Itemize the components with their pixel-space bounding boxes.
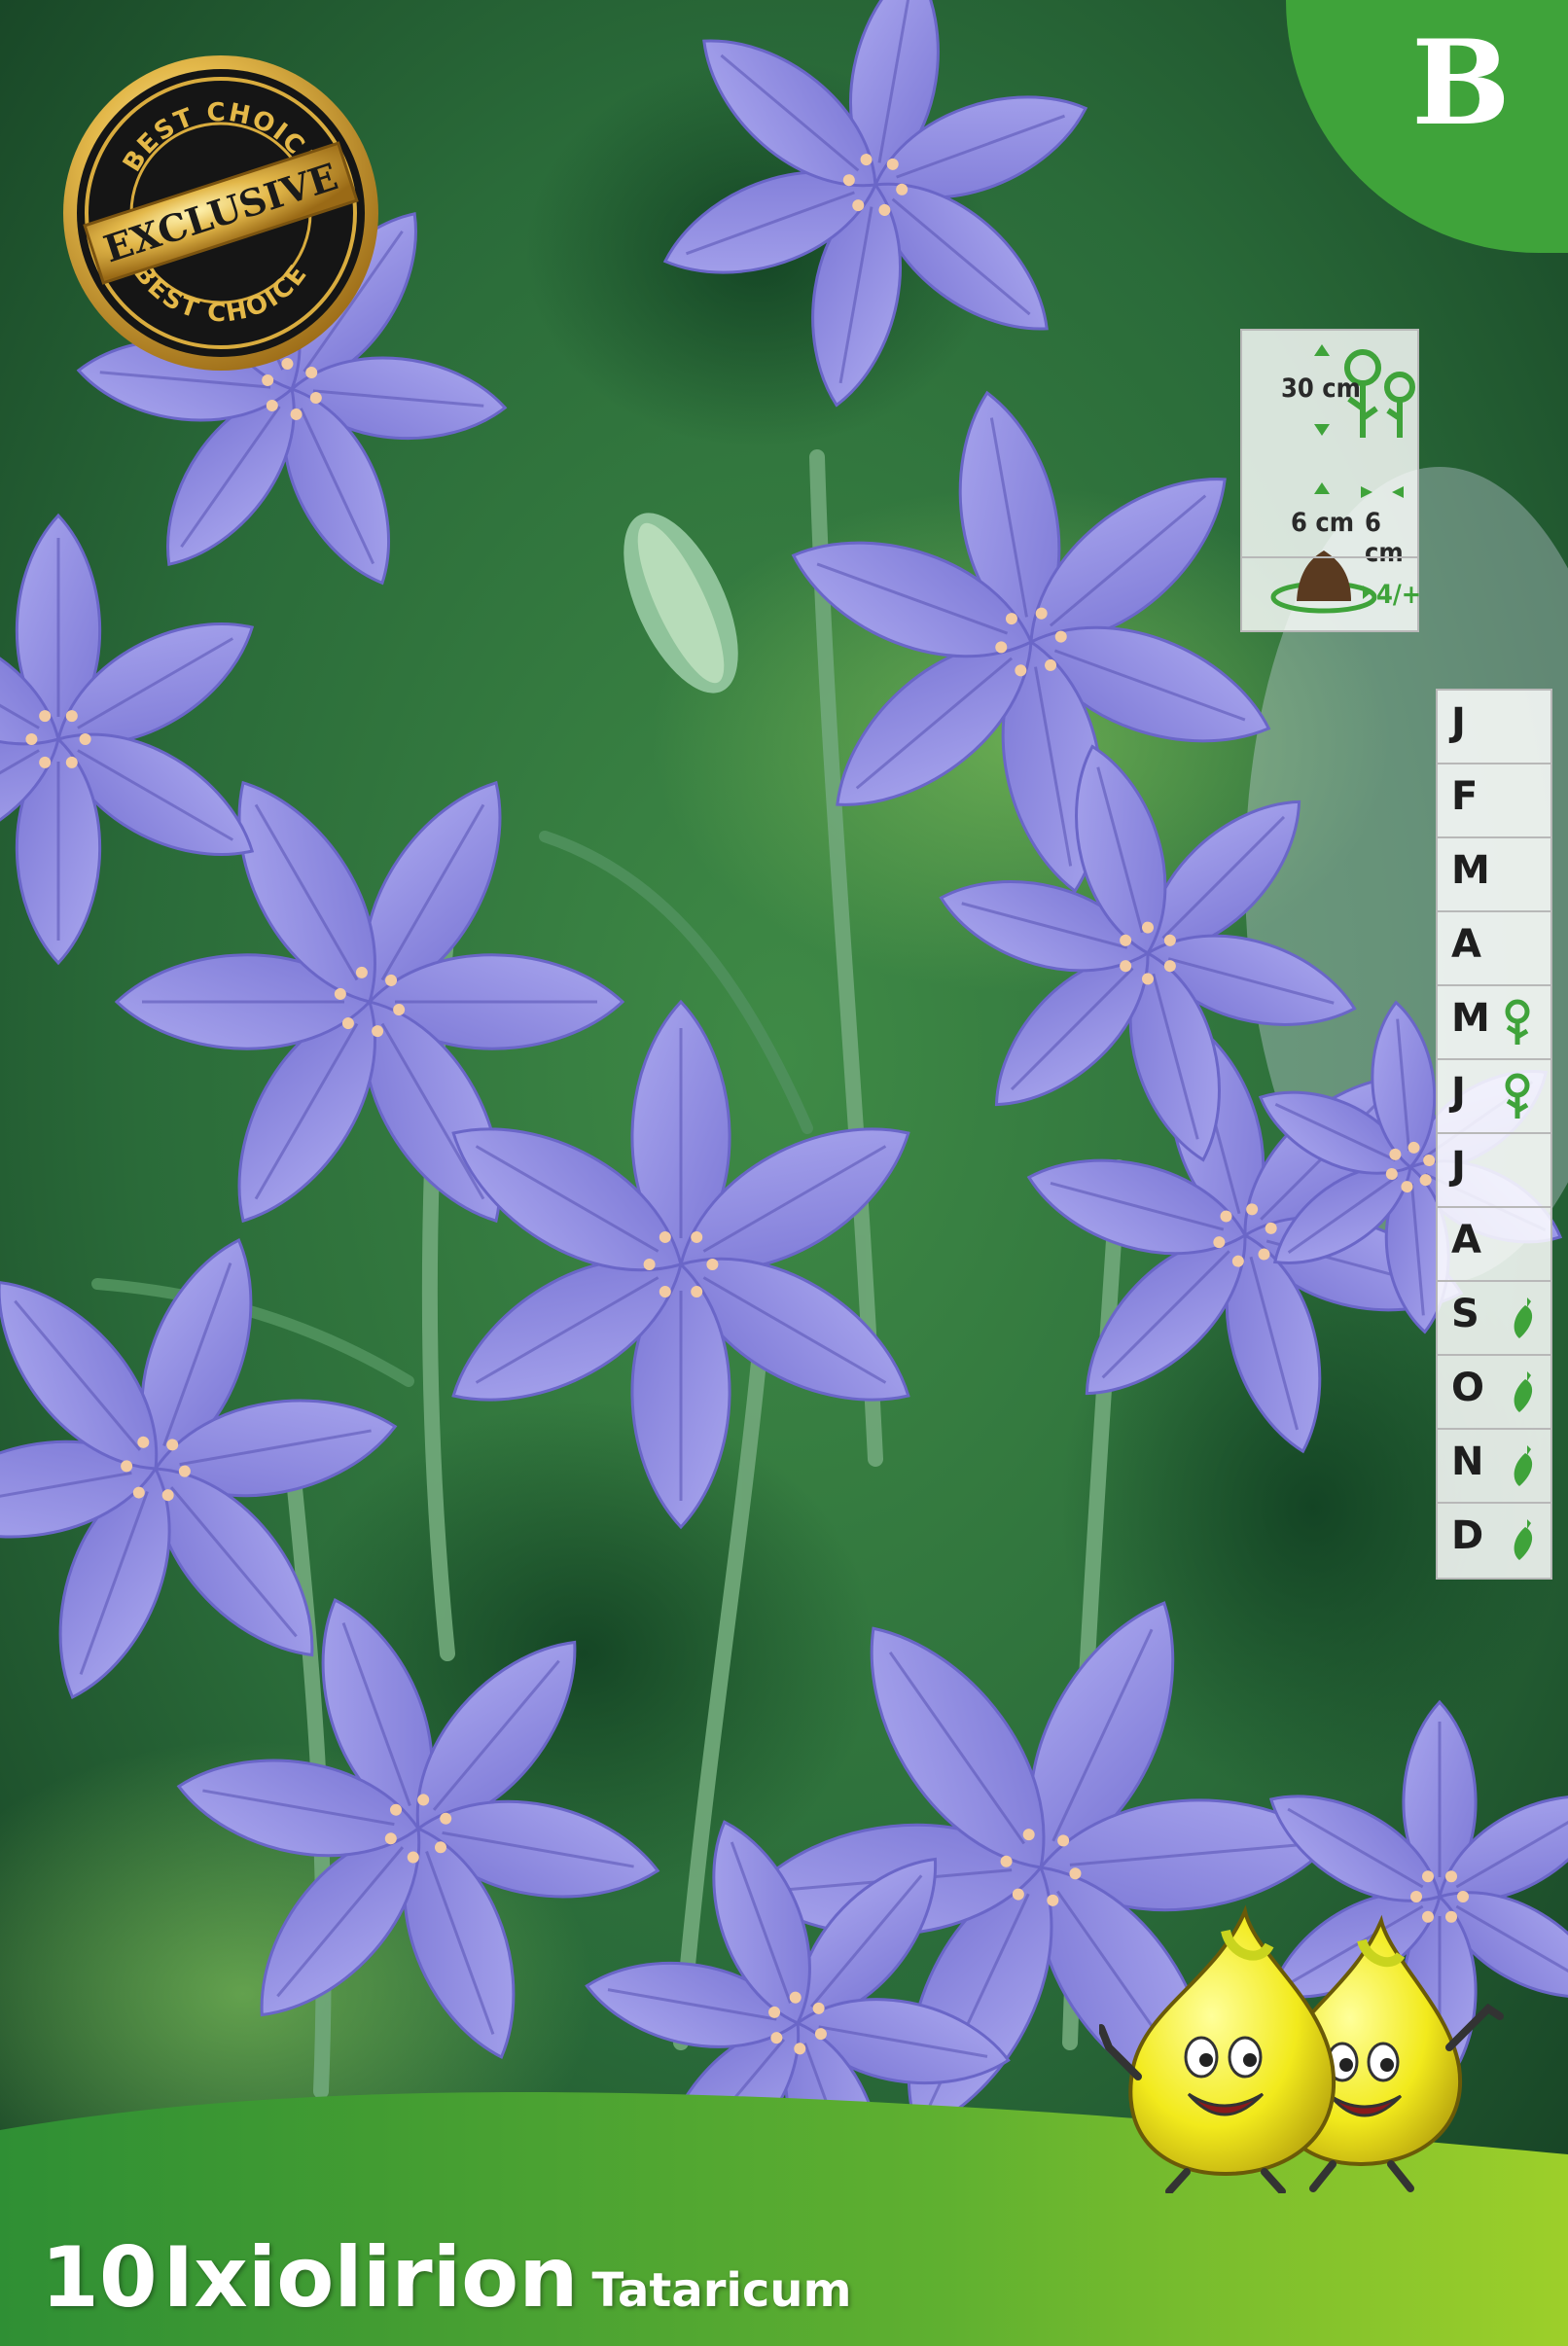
- planting-spacing: 6 cm: [1365, 508, 1404, 568]
- best-choice-seal: BEST CHOICE BEST CHOICE EXCLUSIVE: [63, 55, 378, 371]
- month-letter: J: [1451, 1144, 1466, 1189]
- stamen: [691, 1230, 703, 1243]
- arrow-up-icon: [1314, 344, 1330, 356]
- stamen: [25, 733, 38, 745]
- plant-height: 30 cm: [1281, 373, 1361, 404]
- product-quantity: 10: [41, 2229, 158, 2327]
- trowel-icon: [1514, 1371, 1533, 1412]
- month-row: A: [1438, 912, 1550, 986]
- stamen: [643, 1259, 656, 1270]
- stamen: [1445, 1870, 1457, 1883]
- month-row: N: [1438, 1430, 1550, 1504]
- product-species: Tataricum: [591, 2263, 852, 2318]
- month-letter: O: [1451, 1366, 1485, 1410]
- month-letter: N: [1451, 1440, 1484, 1484]
- month-row: O: [1438, 1356, 1550, 1430]
- arrow-up-icon: [1314, 482, 1330, 494]
- month-letter: A: [1451, 1218, 1481, 1262]
- bulb-mascots: [1099, 1904, 1504, 2193]
- flower-icon: [1505, 1073, 1530, 1119]
- month-letter: A: [1451, 922, 1481, 967]
- arrow-left-icon: [1392, 486, 1404, 498]
- stamen: [79, 733, 91, 745]
- month-letter: D: [1451, 1513, 1484, 1558]
- arrow-down-icon: [1314, 424, 1330, 436]
- month-calendar: JFMAMJJASOND: [1436, 689, 1552, 1580]
- month-row: D: [1438, 1504, 1550, 1578]
- stamen: [39, 710, 52, 723]
- month-row: J: [1438, 1134, 1550, 1208]
- month-row: F: [1438, 764, 1550, 838]
- arrow-right-icon: [1361, 486, 1372, 498]
- info-divider: [1242, 556, 1417, 558]
- trowel-icon: [1514, 1297, 1533, 1338]
- stamen: [65, 756, 78, 768]
- month-row: S: [1438, 1282, 1550, 1356]
- product-genus: Ixiolirion: [162, 2229, 579, 2327]
- month-row: M: [1438, 986, 1550, 1060]
- stamen: [691, 1286, 703, 1298]
- product-title: 10 Ixiolirion Tataricum: [41, 2229, 852, 2327]
- stamen: [65, 710, 78, 723]
- trowel-icon: [1514, 1519, 1533, 1560]
- stamen: [659, 1286, 671, 1298]
- stamen: [706, 1259, 719, 1270]
- month-letter: S: [1451, 1292, 1479, 1336]
- mascot-left: [1099, 1904, 1336, 2193]
- month-letter: M: [1451, 848, 1490, 893]
- month-row: A: [1438, 1208, 1550, 1282]
- month-row: J: [1438, 691, 1550, 764]
- flower-icon: [1505, 999, 1530, 1045]
- month-letter: J: [1451, 700, 1466, 745]
- stamen: [659, 1230, 671, 1243]
- stamen: [39, 756, 52, 768]
- month-letter: M: [1451, 996, 1490, 1041]
- month-row: M: [1438, 838, 1550, 912]
- trowel-icon: [1514, 1445, 1533, 1486]
- month-row: J: [1438, 1060, 1550, 1134]
- month-letter: J: [1451, 1070, 1466, 1115]
- hardiness-zone: 4/+: [1376, 580, 1422, 610]
- stamen: [1422, 1870, 1434, 1883]
- category-letter: B: [1411, 14, 1511, 152]
- planting-depth: 6 cm: [1291, 508, 1355, 538]
- month-letter: F: [1451, 774, 1479, 819]
- planting-info-panel: 30 cm 6 cm 6 cm 4/+: [1240, 329, 1422, 632]
